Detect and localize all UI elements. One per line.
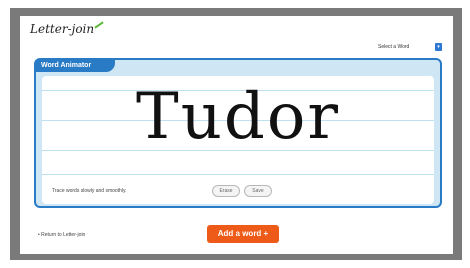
letter-join-logo[interactable]: Letter-join	[30, 22, 94, 36]
chevron-down-icon: ▾	[435, 43, 442, 51]
tracing-canvas[interactable]: Tudor Trace words slowly and smoothly. E…	[42, 76, 434, 204]
guide-line	[42, 174, 434, 175]
leaf-icon	[94, 21, 104, 29]
return-to-letter-join-link[interactable]: • Return to Letter-join	[38, 232, 85, 238]
word-animator-panel: Word Animator Tudor Trace words slowly a…	[34, 58, 442, 208]
trace-hint: Trace words slowly and smoothly.	[52, 188, 127, 194]
word-select-label: Select a Word	[378, 44, 410, 50]
main-panel: Letter-join Select a Word ▾ Word Animato…	[20, 16, 453, 254]
word-animator-title: Word Animator	[35, 59, 115, 72]
save-button[interactable]: Save	[244, 185, 272, 197]
add-word-button[interactable]: Add a word +	[207, 225, 279, 243]
erase-button[interactable]: Erase	[212, 185, 240, 197]
traced-word: Tudor	[136, 80, 340, 154]
word-select-dropdown[interactable]: Select a Word ▾	[378, 42, 442, 52]
